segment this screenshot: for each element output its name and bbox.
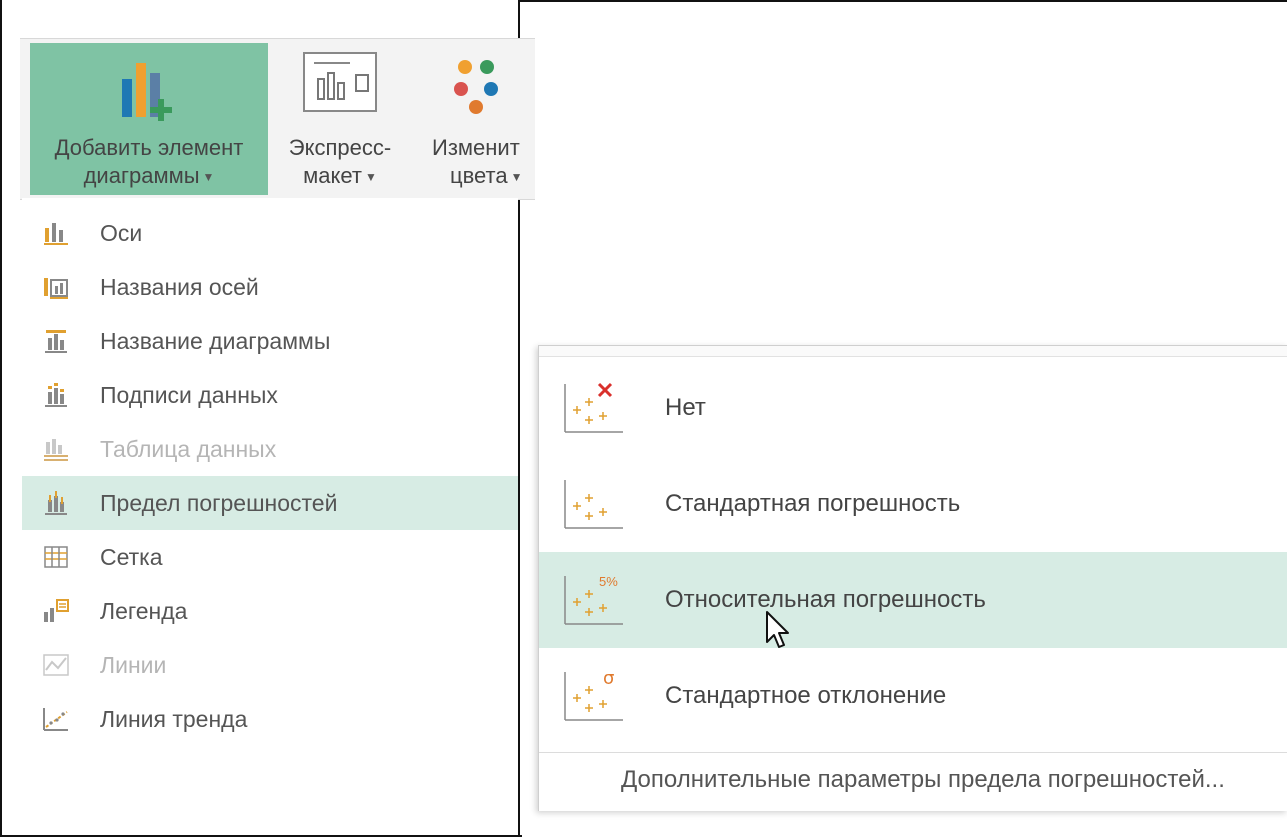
- sigma-badge: σ: [603, 668, 614, 689]
- menu-item-chart-title[interactable]: Название диаграммы: [22, 314, 518, 368]
- add-chart-element-button[interactable]: Добавить элемент диаграммы ▼: [30, 43, 268, 195]
- change-colors-button[interactable]: Изменит цвета ▼: [420, 43, 535, 195]
- quick-layout-button[interactable]: Экспресс- макет ▼: [270, 43, 410, 195]
- menu-item-label: Названия осей: [100, 273, 259, 300]
- submenu-item-standard-error[interactable]: Стандартная погрешность: [539, 456, 1287, 552]
- lines-icon: [43, 654, 69, 676]
- legend-icon: [44, 599, 69, 622]
- submenu-top-strip: [539, 346, 1287, 357]
- change-colors-icon: [453, 60, 498, 114]
- change-colors-label: Изменит цвета ▼: [420, 134, 535, 191]
- chart-design-ribbon: Добавить элемент диаграммы ▼ Экспресс- ма…: [20, 38, 535, 200]
- submenu-item-standard-deviation[interactable]: σ Стандартное отклонение: [539, 648, 1287, 744]
- menu-item-label: Сетка: [100, 543, 163, 570]
- chart-title-icon: [45, 330, 67, 353]
- quick-layout-line1: Экспресс-: [288, 135, 392, 160]
- submenu-item-label: Стандартное отклонение: [665, 682, 947, 709]
- quick-layout-label: Экспресс- макет ▼: [270, 134, 410, 191]
- menu-item-axes[interactable]: Оси: [22, 206, 518, 260]
- menu-item-data-table[interactable]: Таблица данных: [22, 422, 518, 476]
- menu-item-label: Легенда: [100, 597, 188, 624]
- menu-item-lines[interactable]: Линии: [22, 638, 518, 692]
- submenu-item-percentage[interactable]: 5% Относительная погрешность: [539, 552, 1287, 648]
- menu-item-data-labels[interactable]: Подписи данных: [22, 368, 518, 422]
- submenu-item-label: Стандартная погрешность: [665, 490, 961, 517]
- axes-icon: [44, 223, 68, 245]
- error-bars-submenu: Нет Стандартная погрешность 5% Относител…: [538, 345, 1287, 811]
- percentage-error-icon: 5%: [564, 574, 623, 625]
- dropdown-caret-icon: ▼: [202, 170, 215, 185]
- add-chart-element-menu: Оси Названия осей Название диаграммы Под…: [22, 198, 518, 770]
- percent-badge: 5%: [599, 574, 618, 589]
- submenu-separator: [539, 752, 1287, 753]
- axis-titles-icon: [44, 278, 68, 299]
- menu-item-label: Подписи данных: [100, 381, 278, 408]
- menu-item-axis-titles[interactable]: Названия осей: [22, 260, 518, 314]
- menu-item-label: Таблица данных: [100, 435, 277, 462]
- menu-item-label: Оси: [100, 219, 143, 246]
- trendline-icon: [43, 708, 68, 731]
- menu-item-legend[interactable]: Легенда: [22, 584, 518, 638]
- more-error-bar-options-link[interactable]: Дополнительные параметры предела погрешн…: [621, 766, 1225, 794]
- standard-deviation-icon: σ: [564, 668, 623, 721]
- dropdown-caret-icon: ▼: [364, 170, 377, 185]
- standard-error-icon: [564, 480, 623, 529]
- mouse-pointer-icon: [766, 611, 789, 648]
- quick-layout-line2: макет: [303, 163, 362, 188]
- submenu-item-none[interactable]: Нет: [539, 360, 1287, 456]
- menu-item-label: Предел погрешностей: [100, 489, 338, 516]
- dropdown-caret-icon: ▼: [510, 170, 523, 185]
- change-colors-line2: цвета: [450, 163, 508, 188]
- data-labels-icon: [45, 383, 67, 407]
- menu-item-label: Линии: [100, 651, 167, 678]
- menu-item-trendline[interactable]: Линия тренда: [22, 692, 518, 746]
- error-bars-none-icon: [564, 382, 623, 433]
- submenu-item-label: Относительная погрешность: [665, 586, 986, 613]
- submenu-item-label: Нет: [665, 394, 706, 421]
- add-element-line1: Добавить элемент: [54, 135, 244, 160]
- add-chart-element-label: Добавить элемент диаграммы ▼: [30, 134, 268, 191]
- menu-item-gridlines[interactable]: Сетка: [22, 530, 518, 584]
- gridlines-icon: [44, 546, 68, 568]
- menu-item-error-bars[interactable]: Предел погрешностей: [22, 476, 518, 530]
- menu-item-label: Линия тренда: [100, 705, 248, 732]
- quick-layout-icon: [303, 52, 377, 112]
- menu-item-label: Название диаграммы: [100, 327, 331, 354]
- add-element-line2: диаграммы: [83, 163, 200, 188]
- add-chart-element-icon: [122, 63, 172, 121]
- error-bars-icon: [45, 491, 67, 515]
- data-table-icon: [44, 439, 68, 461]
- change-colors-line1: Изменит: [432, 135, 520, 160]
